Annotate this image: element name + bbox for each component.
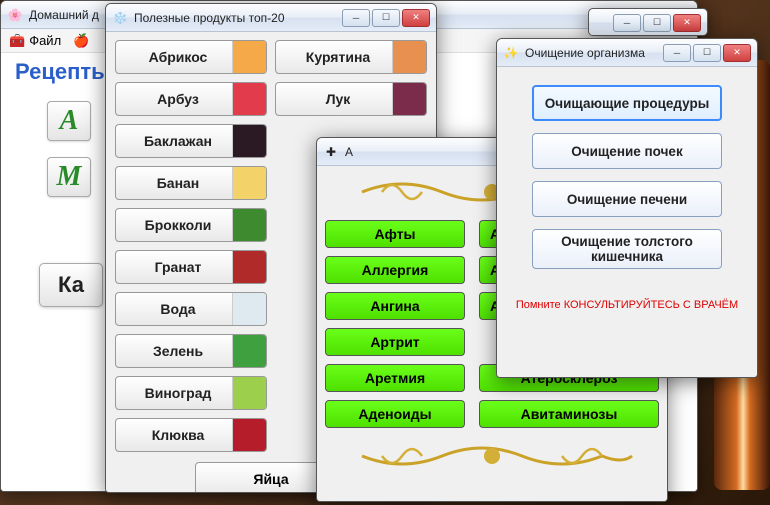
gear-icon: ❄️ bbox=[112, 10, 128, 26]
letter-button-A[interactable]: A bbox=[47, 101, 91, 141]
product-button[interactable]: Вода bbox=[115, 292, 267, 326]
warning-text: Помните КОНСУЛЬТИРУЙТЕСЬ С ВРАЧЁМ bbox=[516, 299, 738, 311]
clean-label: Очищение печени bbox=[567, 192, 687, 207]
product-thumb-icon bbox=[232, 419, 266, 451]
product-thumb-icon bbox=[232, 251, 266, 283]
product-button[interactable]: Гранат bbox=[115, 250, 267, 284]
product-label: Арбуз bbox=[124, 91, 232, 107]
close-button[interactable]: ✕ bbox=[402, 9, 430, 27]
titlebar-cleansing[interactable]: ✨ Очищение организма ─ ☐ ✕ bbox=[497, 39, 757, 67]
product-button[interactable]: Зелень bbox=[115, 334, 267, 368]
product-label: Баклажан bbox=[124, 133, 232, 149]
product-button[interactable]: Баклажан bbox=[115, 124, 267, 158]
product-label: Яйца bbox=[253, 471, 288, 487]
product-label: Банан bbox=[124, 175, 232, 191]
product-button[interactable]: Банан bbox=[115, 166, 267, 200]
product-button[interactable]: Курятина bbox=[275, 40, 427, 74]
letter-button-M[interactable]: M bbox=[47, 157, 91, 197]
product-label: Курятина bbox=[284, 49, 392, 65]
product-label: Клюква bbox=[124, 427, 232, 443]
letter-label: A bbox=[60, 105, 79, 137]
minimize-button[interactable]: ─ bbox=[663, 44, 691, 62]
window-extra: ─ ☐ ✕ bbox=[588, 8, 708, 36]
product-button[interactable]: Арбуз bbox=[115, 82, 267, 116]
button-ka[interactable]: Ка bbox=[39, 263, 103, 307]
product-thumb-icon bbox=[232, 377, 266, 409]
titlebar-products[interactable]: ❄️ Полезные продукты топ-20 ─ ☐ ✕ bbox=[106, 4, 436, 32]
clean-label: Очищающие процедуры bbox=[545, 96, 709, 111]
clean-button-colon[interactable]: Очищение толстого кишечника bbox=[532, 229, 722, 269]
product-label: Брокколи bbox=[124, 217, 232, 233]
clean-button-kidneys[interactable]: Очищение почек bbox=[532, 133, 722, 169]
window-title-products: Полезные продукты топ-20 bbox=[134, 11, 342, 25]
maximize-button[interactable]: ☐ bbox=[693, 44, 721, 62]
close-button[interactable]: ✕ bbox=[673, 14, 701, 32]
product-label: Гранат bbox=[124, 259, 232, 275]
titlebar-extra[interactable]: ─ ☐ ✕ bbox=[589, 9, 707, 36]
product-button[interactable]: Лук bbox=[275, 82, 427, 116]
product-thumb-icon bbox=[232, 41, 266, 73]
product-thumb-icon bbox=[232, 335, 266, 367]
minimize-button[interactable]: ─ bbox=[342, 9, 370, 27]
product-thumb-icon bbox=[392, 41, 426, 73]
menu-item-2[interactable]: 🍎 bbox=[73, 33, 89, 49]
disease-button[interactable]: Авитаминозы bbox=[479, 400, 659, 428]
product-thumb-icon bbox=[232, 167, 266, 199]
letter-label: M bbox=[57, 161, 82, 193]
apple-icon: 🍎 bbox=[73, 33, 89, 49]
product-button[interactable]: Брокколи bbox=[115, 208, 267, 242]
disease-button[interactable]: Артрит bbox=[325, 328, 465, 356]
product-label: Вода bbox=[124, 301, 232, 317]
disease-button[interactable]: Аретмия bbox=[325, 364, 465, 392]
product-thumb-icon bbox=[232, 83, 266, 115]
window-title-cleansing: Очищение организма bbox=[525, 46, 663, 60]
menu-file-label: Файл bbox=[29, 33, 61, 48]
menu-file[interactable]: 🧰 Файл bbox=[9, 33, 61, 49]
clean-button-procedures[interactable]: Очищающие процедуры bbox=[532, 85, 722, 121]
close-button[interactable]: ✕ bbox=[723, 44, 751, 62]
minimize-button[interactable]: ─ bbox=[613, 14, 641, 32]
button-ka-label: Ка bbox=[58, 272, 84, 298]
product-label: Зелень bbox=[124, 343, 232, 359]
disease-button[interactable]: Ангина bbox=[325, 292, 465, 320]
product-thumb-icon bbox=[392, 83, 426, 115]
disease-button[interactable]: Аллергия bbox=[325, 256, 465, 284]
app-icon: 🌸 bbox=[7, 7, 23, 23]
clean-label: Очищение почек bbox=[571, 144, 682, 159]
file-icon: 🧰 bbox=[9, 33, 25, 49]
gold-ornament-bottom-icon bbox=[342, 438, 642, 474]
cross-icon: ✚ bbox=[323, 144, 339, 160]
sparkle-icon: ✨ bbox=[503, 45, 519, 61]
clean-label: Очищение толстого кишечника bbox=[539, 234, 715, 264]
product-thumb-icon bbox=[232, 125, 266, 157]
product-button[interactable]: Клюква bbox=[115, 418, 267, 452]
disease-button[interactable]: Афты bbox=[325, 220, 465, 248]
product-button[interactable]: Абрикос bbox=[115, 40, 267, 74]
clean-button-liver[interactable]: Очищение печени bbox=[532, 181, 722, 217]
product-thumb-icon bbox=[232, 209, 266, 241]
maximize-button[interactable]: ☐ bbox=[372, 9, 400, 27]
product-label: Виноград bbox=[124, 385, 232, 401]
disease-button[interactable]: Аденоиды bbox=[325, 400, 465, 428]
product-button[interactable]: Виноград bbox=[115, 376, 267, 410]
window-body-cleansing: Очищающие процедуры Очищение почек Очище… bbox=[497, 67, 757, 377]
window-cleansing: ✨ Очищение организма ─ ☐ ✕ Очищающие про… bbox=[496, 38, 758, 378]
product-thumb-icon bbox=[232, 293, 266, 325]
product-label: Абрикос bbox=[124, 49, 232, 65]
product-label: Лук bbox=[284, 91, 392, 107]
maximize-button[interactable]: ☐ bbox=[643, 14, 671, 32]
